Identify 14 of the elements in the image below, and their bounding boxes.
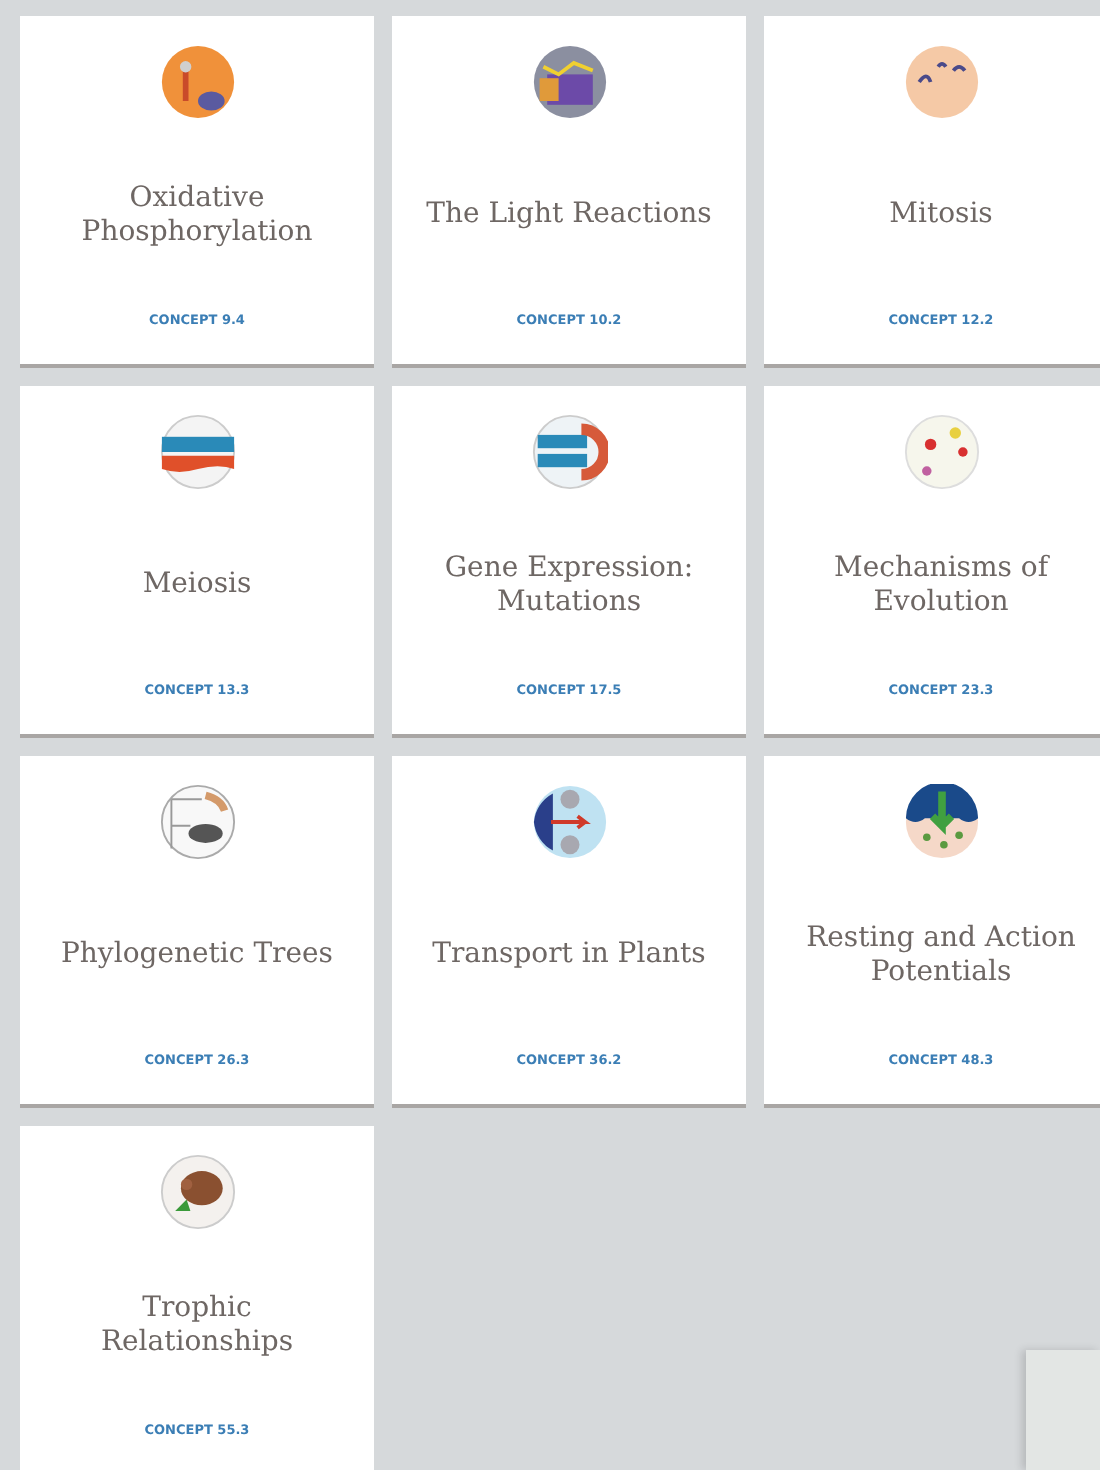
photo-placeholder [1026,1350,1100,1470]
card-title: Oxidative Phosphorylation [79,179,315,252]
card-title: Trophic Relationships [98,1289,296,1362]
card-title: Resting and Action Potentials [804,919,1078,992]
card-title: Meiosis [140,566,254,605]
molecule-icon [159,44,235,120]
card-title: Gene Expression: Mutations [442,549,696,622]
card-title: Transport in Plants [430,936,708,975]
card-title: Phylogenetic Trees [59,936,335,975]
card-title: Mechanisms of Evolution [831,549,1052,622]
card-title: The Light Reactions [424,196,714,235]
card-title: Mitosis [887,196,995,235]
flower-icon [903,414,979,490]
dna-icon [531,414,607,490]
